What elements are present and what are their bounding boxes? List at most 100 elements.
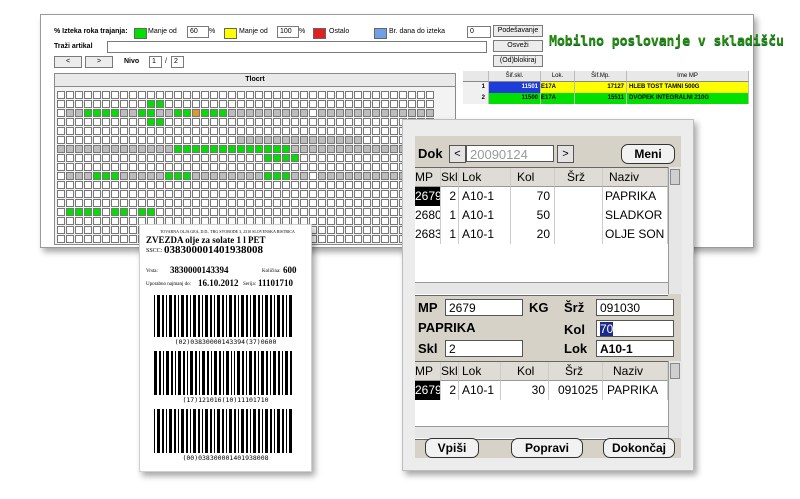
shelf-cell[interactable] [210, 127, 218, 135]
shelf-cell[interactable] [255, 136, 263, 144]
shelf-cell[interactable] [129, 217, 137, 225]
shelf-cell[interactable] [327, 91, 335, 99]
shelf-cell[interactable] [327, 100, 335, 108]
shelf-cell[interactable] [291, 109, 299, 117]
shelf-cell[interactable] [93, 127, 101, 135]
shelf-cell[interactable] [354, 100, 362, 108]
shelf-cell[interactable] [282, 181, 290, 189]
shelf-cell[interactable] [165, 199, 173, 207]
shelf-cell[interactable] [237, 181, 245, 189]
shelf-cell[interactable] [165, 136, 173, 144]
shelf-cell[interactable] [192, 181, 200, 189]
shelf-cell[interactable] [327, 127, 335, 135]
shelf-cell[interactable] [318, 181, 326, 189]
shelf-cell[interactable] [156, 127, 164, 135]
shelf-cell[interactable] [264, 199, 272, 207]
shelf-cell[interactable] [120, 154, 128, 162]
shelf-cell[interactable] [300, 127, 308, 135]
shelf-cell[interactable] [336, 190, 344, 198]
shelf-cell[interactable] [165, 154, 173, 162]
shelf-cell[interactable] [327, 163, 335, 171]
shelf-cell[interactable] [111, 208, 119, 216]
shelf-cell[interactable] [138, 136, 146, 144]
shelf-cell[interactable] [102, 190, 110, 198]
shelf-cell[interactable] [93, 190, 101, 198]
shelf-cell[interactable] [354, 145, 362, 153]
shelf-cell[interactable] [228, 136, 236, 144]
shelf-cell[interactable] [165, 109, 173, 117]
shelf-cell[interactable] [336, 127, 344, 135]
shelf-cell[interactable] [156, 118, 164, 126]
shelf-cell[interactable] [210, 208, 218, 216]
shelf-cell[interactable] [138, 145, 146, 153]
shelf-cell[interactable] [309, 127, 317, 135]
shelf-cell[interactable] [147, 208, 155, 216]
shelf-cell[interactable] [426, 100, 434, 108]
shelf-cell[interactable] [237, 190, 245, 198]
shelf-cell[interactable] [120, 217, 128, 225]
shelf-cell[interactable] [291, 127, 299, 135]
shelf-cell[interactable] [363, 154, 371, 162]
shelf-cell[interactable] [237, 118, 245, 126]
shelf-cell[interactable] [300, 145, 308, 153]
shelf-cell[interactable] [228, 127, 236, 135]
shelf-cell[interactable] [336, 199, 344, 207]
shelf-cell[interactable] [129, 109, 137, 117]
shelf-cell[interactable] [309, 145, 317, 153]
shelf-cell[interactable] [345, 199, 353, 207]
shelf-cell[interactable] [84, 145, 92, 153]
shelf-cell[interactable] [246, 208, 254, 216]
shelf-cell[interactable] [192, 172, 200, 180]
next-level-button[interactable]: > [85, 56, 113, 68]
shelf-cell[interactable] [201, 109, 209, 117]
shelf-cell[interactable] [237, 91, 245, 99]
shelf-cell[interactable] [147, 172, 155, 180]
shelf-cell[interactable] [372, 145, 380, 153]
shelf-cell[interactable] [120, 127, 128, 135]
shelf-cell[interactable] [345, 154, 353, 162]
shelf-cell[interactable] [129, 199, 137, 207]
shelf-cell[interactable] [174, 199, 182, 207]
shelf-cell[interactable] [300, 208, 308, 216]
shelf-cell[interactable] [318, 127, 326, 135]
shelf-cell[interactable] [174, 190, 182, 198]
shelf-cell[interactable] [75, 217, 83, 225]
shelf-cell[interactable] [336, 172, 344, 180]
shelf-cell[interactable] [363, 136, 371, 144]
shelf-cell[interactable] [300, 91, 308, 99]
shelf-cell[interactable] [336, 154, 344, 162]
shelf-cell[interactable] [219, 118, 227, 126]
shelf-cell[interactable] [246, 154, 254, 162]
shelf-cell[interactable] [291, 199, 299, 207]
shelf-cell[interactable] [354, 199, 362, 207]
shelf-cell[interactable] [129, 208, 137, 216]
shelf-cell[interactable] [156, 145, 164, 153]
shelf-cell[interactable] [183, 127, 191, 135]
prev-level-button[interactable]: < [54, 56, 82, 68]
shelf-cell[interactable] [111, 190, 119, 198]
shelf-cell[interactable] [174, 100, 182, 108]
shelf-cell[interactable] [291, 154, 299, 162]
shelf-cell[interactable] [120, 208, 128, 216]
shelf-cell[interactable] [309, 100, 317, 108]
shelf-cell[interactable] [264, 145, 272, 153]
shelf-cell[interactable] [372, 109, 380, 117]
shelf-cell[interactable] [66, 190, 74, 198]
shelf-cell[interactable] [111, 226, 119, 234]
shelf-cell[interactable] [57, 199, 65, 207]
shelf-cell[interactable] [66, 145, 74, 153]
shelf-cell[interactable] [183, 190, 191, 198]
shelf-cell[interactable] [354, 181, 362, 189]
table-row[interactable]: 2683 1 A10-1 20 OLJE SON [415, 225, 668, 244]
shelf-cell[interactable] [309, 199, 317, 207]
shelf-cell[interactable] [327, 199, 335, 207]
shelf-cell[interactable] [282, 190, 290, 198]
shelf-cell[interactable] [309, 154, 317, 162]
shelf-cell[interactable] [201, 127, 209, 135]
shelf-cell[interactable] [66, 172, 74, 180]
shelf-cell[interactable] [183, 136, 191, 144]
shelf-cell[interactable] [291, 118, 299, 126]
shelf-cell[interactable] [363, 208, 371, 216]
yellow-threshold-input[interactable]: 100 [277, 26, 299, 38]
shelf-cell[interactable] [57, 181, 65, 189]
